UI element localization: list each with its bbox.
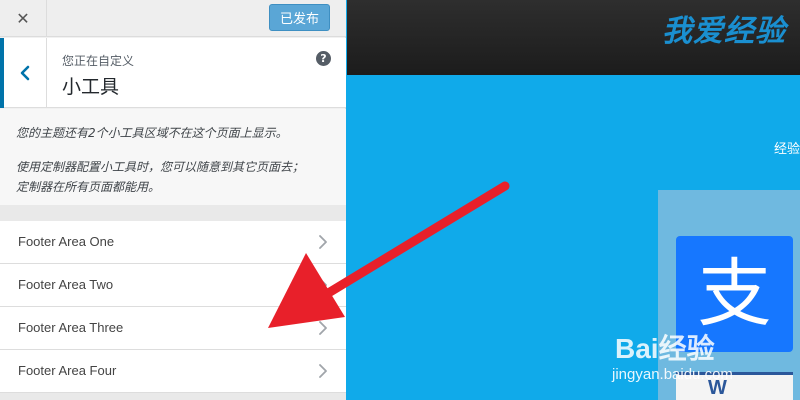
section-label: Footer Area Three xyxy=(18,320,124,335)
notice-navigate-line-2: 定制器在所有页面都能用。 xyxy=(16,180,161,194)
notice-hidden-areas: 您的主题还有2个小工具区域不在这个页面上显示。 xyxy=(16,126,288,140)
section-footer-area-one[interactable]: Footer Area One xyxy=(0,221,346,264)
alipay-glyph: 支 xyxy=(697,251,772,337)
panel-title: 小工具 xyxy=(62,76,120,98)
section-label: Footer Area Four xyxy=(18,363,117,378)
customizer-sidebar: ✕ 已发布 您正在自定义 小工具 ? 您的主题还有2个小工具区域不在这个页面上显… xyxy=(0,0,346,400)
site-title[interactable]: 我爱经验 xyxy=(662,6,786,50)
customizing-label: 您正在自定义 xyxy=(62,54,135,68)
baidu-watermark-logo: Bai经验 xyxy=(615,333,715,364)
publish-button[interactable]: 已发布 xyxy=(269,4,330,31)
widgets-notice: 您的主题还有2个小工具区域不在这个页面上显示。 使用定制器配置小工具时，您可以随… xyxy=(0,109,346,205)
chevron-right-icon xyxy=(319,235,327,249)
divider xyxy=(0,205,346,221)
chevron-right-icon xyxy=(319,278,327,292)
back-button[interactable] xyxy=(0,38,47,108)
customizer-topbar: ✕ 已发布 xyxy=(0,0,346,37)
sidebar-footer-band xyxy=(0,393,346,400)
site-header: 我爱经验 xyxy=(347,0,800,75)
widget-area-list: Footer Area One Footer Area Two Footer A… xyxy=(0,221,346,393)
chevron-right-icon xyxy=(319,321,327,335)
chevron-left-icon xyxy=(20,65,30,81)
section-label: Footer Area Two xyxy=(18,277,114,292)
section-label: Footer Area One xyxy=(18,234,115,249)
section-footer-area-four[interactable]: Footer Area Four xyxy=(0,350,346,393)
close-icon: ✕ xyxy=(16,9,30,28)
section-footer-area-two[interactable]: Footer Area Two xyxy=(0,264,346,307)
baidu-watermark-url: jingyan.baidu.com xyxy=(612,366,733,383)
help-icon[interactable]: ? xyxy=(316,51,331,66)
close-button[interactable]: ✕ xyxy=(0,0,47,37)
panel-header: 您正在自定义 小工具 ? xyxy=(0,38,346,108)
chevron-right-icon xyxy=(319,364,327,378)
notice-navigate-line-1: 使用定制器配置小工具时，您可以随意到其它页面去； xyxy=(16,160,305,174)
site-preview[interactable]: 我爱经验 经验 支 W Bai经验 jingyan.baidu.com xyxy=(347,0,800,400)
section-footer-area-three[interactable]: Footer Area Three xyxy=(0,307,346,350)
nav-link[interactable]: 经验 xyxy=(774,138,800,157)
